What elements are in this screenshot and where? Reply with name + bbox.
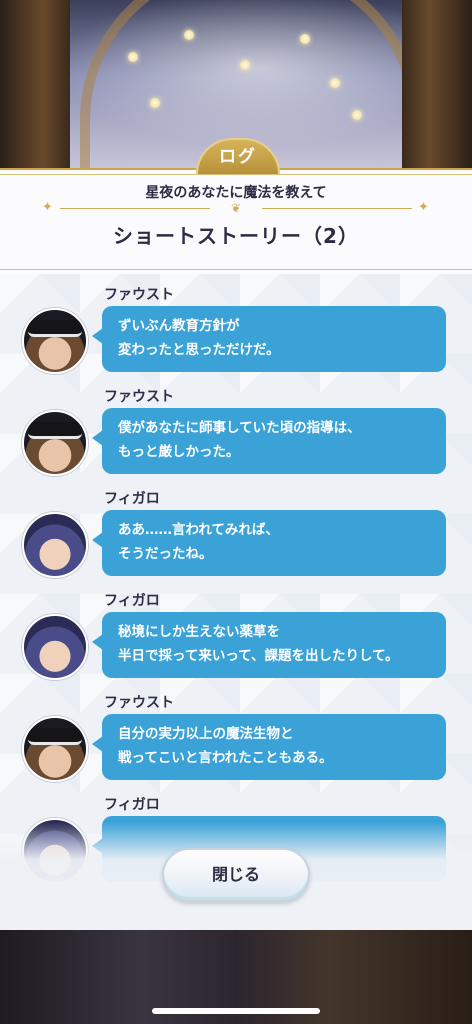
right-column	[402, 0, 472, 170]
flourish-icon: ❦	[230, 201, 242, 215]
dialogue-line: 変わったと思っただけだ。	[118, 342, 280, 358]
figaro-avatar	[22, 512, 88, 578]
star-icon: ✦	[418, 200, 429, 215]
log-header: 星夜のあなたに魔法を教えて ✦ ✦ ❦ ショートストーリー（2）	[0, 168, 472, 276]
dialogue-bubble: 自分の実力以上の魔法生物と 戦ってこいと言われたこともある。	[92, 714, 446, 780]
speaker-name: フィガロ	[104, 797, 160, 813]
close-button[interactable]: 閉じる	[162, 848, 310, 902]
story-subtitle: 星夜のあなたに魔法を教えて	[145, 185, 327, 201]
log-list[interactable]: ファウスト ずいぶん教育方針が 変わったと思っただけだ。 ファウスト 僕があなた…	[0, 274, 472, 930]
dialogue-line: 戦ってこいと言われたこともある。	[118, 750, 333, 766]
hat-icon	[28, 422, 82, 439]
star-icon: ✦	[42, 200, 53, 215]
speaker-name: ファウスト	[104, 287, 174, 303]
ornament-divider	[262, 208, 412, 209]
dialogue-line: 自分の実力以上の魔法生物と	[118, 726, 294, 742]
lamp-icon	[300, 34, 310, 44]
hat-icon	[28, 728, 82, 745]
dialogue-bubble: ずいぶん教育方針が 変わったと思っただけだ。	[92, 306, 446, 372]
dialogue-line: ああ……言われてみれば、	[118, 522, 279, 538]
speaker-name: フィガロ	[104, 491, 160, 507]
lamp-icon	[352, 110, 362, 120]
home-indicator[interactable]	[152, 1008, 320, 1014]
dialogue-line: もっと厳しかった。	[118, 444, 240, 460]
dialogue-line: 僕があなたに師事していた頃の指導は、	[118, 420, 361, 436]
dialogue-bubble: ああ……言われてみれば、 そうだったね。	[92, 510, 446, 576]
dialogue-bubble: 僕があなたに師事していた頃の指導は、 もっと厳しかった。	[92, 408, 446, 474]
speaker-name: フィガロ	[104, 593, 160, 609]
faust-avatar	[22, 716, 88, 782]
lamp-icon	[330, 78, 340, 88]
hat-icon	[28, 320, 82, 337]
figaro-avatar	[22, 614, 88, 680]
lamp-icon	[240, 60, 250, 70]
speaker-name: ファウスト	[104, 389, 174, 405]
dialogue-line: 半日で採って来いって、課題を出したりして。	[118, 648, 399, 664]
dialogue-line: ずいぶん教育方針が	[118, 318, 240, 334]
dialogue-line: そうだったね。	[118, 546, 213, 562]
faust-avatar	[22, 410, 88, 476]
story-title: ショートストーリー（2）	[113, 224, 359, 248]
ornament-divider	[60, 208, 210, 209]
lamp-icon	[128, 52, 138, 62]
faust-avatar	[22, 308, 88, 374]
lamp-icon	[150, 98, 160, 108]
dialogue-line: 秘境にしか生えない薬草を	[118, 624, 280, 640]
lamp-icon	[184, 30, 194, 40]
speaker-name: ファウスト	[104, 695, 174, 711]
dialogue-bubble: 秘境にしか生えない薬草を 半日で採って来いって、課題を出したりして。	[92, 612, 446, 678]
left-column	[0, 0, 70, 170]
